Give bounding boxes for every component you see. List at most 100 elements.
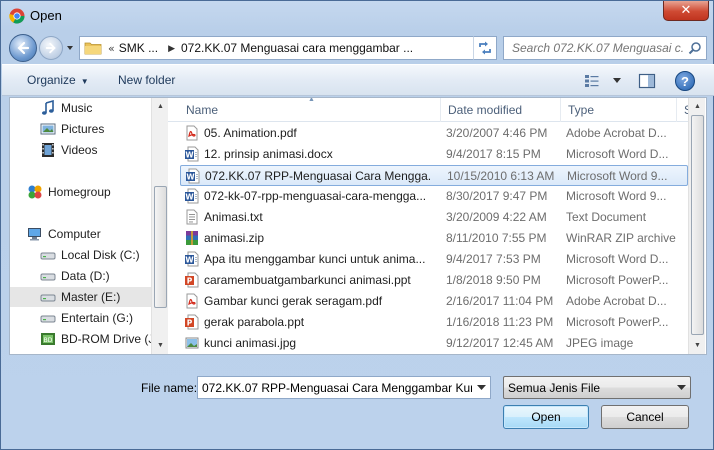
address-bar[interactable]: « SMK ... ▶ 072.KK.07 Menguasai cara men… (79, 36, 497, 60)
file-type: Microsoft PowerP... (566, 273, 669, 287)
breadcrumb-separator-icon[interactable]: ▶ (168, 43, 175, 54)
chevron-down-icon: ▼ (80, 77, 89, 86)
file-type-value: Semua Jenis File (508, 380, 601, 395)
file-date: 8/11/2010 7:55 PM (446, 231, 547, 245)
file-date: 9/4/2017 7:53 PM (446, 252, 541, 266)
pictures-icon (40, 123, 56, 135)
nav-item-homegroup[interactable]: Homegroup (10, 182, 151, 202)
change-view-button[interactable] (584, 72, 622, 90)
nav-item-label: Master (E:) (61, 290, 121, 304)
nav-pane-scrollbar[interactable]: ▲ ▼ (151, 98, 168, 354)
organize-label: Organize (27, 73, 76, 87)
videos-icon (42, 143, 54, 157)
scrollbar-thumb[interactable] (691, 115, 704, 335)
scroll-up-icon[interactable]: ▲ (152, 98, 169, 115)
file-name: 05. Animation.pdf (204, 126, 297, 140)
file-row[interactable]: kunci animasi.jpg 9/12/2017 12:45 AM JPEG … (180, 333, 688, 354)
nav-item-music[interactable]: Music (10, 98, 151, 118)
close-button[interactable]: ✕ (663, 1, 709, 21)
nav-item-master[interactable]: Master (E:) (10, 287, 151, 307)
organize-button[interactable]: Organize ▼ (27, 73, 89, 87)
breadcrumb-smk[interactable]: SMK ... (119, 41, 158, 55)
file-row[interactable]: Animasi.txt 3/20/2009 4:22 AM Text Documen… (180, 207, 688, 228)
nav-item-local-disk[interactable]: Local Disk (C:) (10, 245, 151, 265)
file-name-input[interactable] (198, 380, 472, 395)
pdf-file-icon (186, 125, 198, 141)
file-list[interactable]: ▲ Name Date modified Type S 05. Animatio… (168, 98, 706, 354)
word-file-icon: W (185, 146, 199, 162)
nav-item-label: Homegroup (48, 185, 111, 199)
nav-item-computer[interactable]: Computer (10, 224, 151, 244)
column-type[interactable]: Type (568, 103, 594, 117)
column-divider (440, 98, 441, 122)
file-row[interactable]: Pgerak parabola.ppt 1/16/2018 11:23 PM Mic… (180, 312, 688, 333)
help-icon[interactable]: ? (675, 71, 695, 91)
column-date-modified[interactable]: Date modified (448, 103, 522, 117)
nav-item-pictures[interactable]: Pictures (10, 119, 151, 139)
file-row[interactable]: 05. Animation.pdf 3/20/2007 4:46 PM Adobe … (180, 123, 688, 144)
new-folder-button[interactable]: New folder (118, 73, 175, 87)
file-name: gerak parabola.ppt (204, 315, 305, 329)
drive-icon (40, 273, 56, 281)
arrow-left-icon (17, 41, 30, 55)
list-view-icon (585, 75, 599, 87)
file-date: 2/16/2017 11:04 PM (446, 294, 554, 308)
file-list-scrollbar[interactable]: ▲ ▼ (688, 98, 705, 354)
txt-file-icon (186, 209, 198, 225)
file-row[interactable]: animasi.zip 8/11/2010 7:55 PM WinRAR ZIP a… (180, 228, 688, 249)
file-row[interactable]: W Apa itu menggambar kunci untuk anima...… (180, 249, 688, 270)
file-date: 3/20/2009 4:22 AM (446, 210, 547, 224)
file-type: Microsoft PowerP... (566, 315, 669, 329)
column-name[interactable]: Name (186, 103, 218, 117)
open-button[interactable]: Open (503, 405, 589, 429)
breadcrumb-current-folder[interactable]: 072.KK.07 Menguasai cara menggambar ... (181, 41, 413, 55)
chevron-down-icon (676, 384, 686, 390)
search-input[interactable] (512, 41, 684, 55)
scrollbar-thumb[interactable] (154, 186, 167, 308)
nav-item-videos[interactable]: Videos (10, 140, 151, 160)
scroll-up-icon[interactable]: ▲ (689, 98, 706, 115)
file-name: Gambar kunci gerak seragam.pdf (204, 294, 383, 308)
search-box[interactable] (503, 36, 707, 60)
close-icon: ✕ (680, 3, 692, 18)
cancel-button[interactable]: Cancel (601, 405, 689, 429)
file-row[interactable]: Gambar kunci gerak seragam.pdf 2/16/2017 … (180, 291, 688, 312)
svg-text:W: W (185, 255, 194, 264)
file-row[interactable]: W 072.KK.07 RPP-Menguasai Cara Mengga... 1… (180, 165, 688, 186)
nav-item-entertain[interactable]: Entertain (G:) (10, 308, 151, 328)
file-row[interactable]: W 072-kk-07-rpp-menguasai-cara-mengga... 8… (180, 186, 688, 207)
chevron-down-icon (613, 78, 621, 83)
nav-item-label: Computer (48, 227, 101, 241)
file-name-combobox[interactable] (197, 376, 491, 399)
navigation-pane[interactable]: Music Pictures Videos Homegroup Computer… (10, 98, 151, 354)
drive-icon (40, 294, 56, 302)
address-overflow-icon[interactable]: « (108, 42, 115, 55)
recent-locations-icon[interactable] (65, 43, 75, 53)
file-type: Adobe Acrobat D... (566, 126, 667, 140)
scroll-down-icon[interactable]: ▼ (152, 337, 169, 354)
nav-item-data[interactable]: Data (D:) (10, 266, 151, 286)
file-row[interactable]: Pcaramembuatgambarkunci animasi.ppt 1/8/2… (180, 270, 688, 291)
forward-button[interactable] (39, 36, 63, 60)
preview-pane-icon[interactable] (638, 72, 656, 90)
scroll-down-icon[interactable]: ▼ (689, 337, 706, 354)
file-type: JPEG image (566, 336, 634, 350)
refresh-button[interactable] (473, 36, 497, 60)
nav-item-label: Videos (61, 143, 98, 157)
file-type-select[interactable]: Semua Jenis File (503, 376, 691, 399)
file-row[interactable]: W 12. prinsip animasi.docx 9/4/2017 8:15 P… (180, 144, 688, 165)
svg-text:W: W (185, 192, 194, 201)
back-button[interactable] (9, 34, 37, 62)
drive-icon (40, 252, 56, 260)
nav-item-bdrom[interactable]: BD BD-ROM Drive (J: (10, 329, 151, 349)
pdf-file-icon (186, 293, 198, 309)
nav-item-label: Music (61, 101, 93, 115)
svg-text:P: P (187, 276, 193, 285)
nav-item-label: Pictures (61, 122, 105, 136)
file-name-dropdown-button[interactable] (472, 377, 490, 398)
file-type: Microsoft Word 9... (566, 189, 667, 203)
homegroup-icon (28, 185, 42, 199)
file-name: caramembuatgambarkunci animasi.ppt (204, 273, 411, 287)
zip-file-icon (186, 231, 198, 245)
file-type: Adobe Acrobat D... (566, 294, 667, 308)
